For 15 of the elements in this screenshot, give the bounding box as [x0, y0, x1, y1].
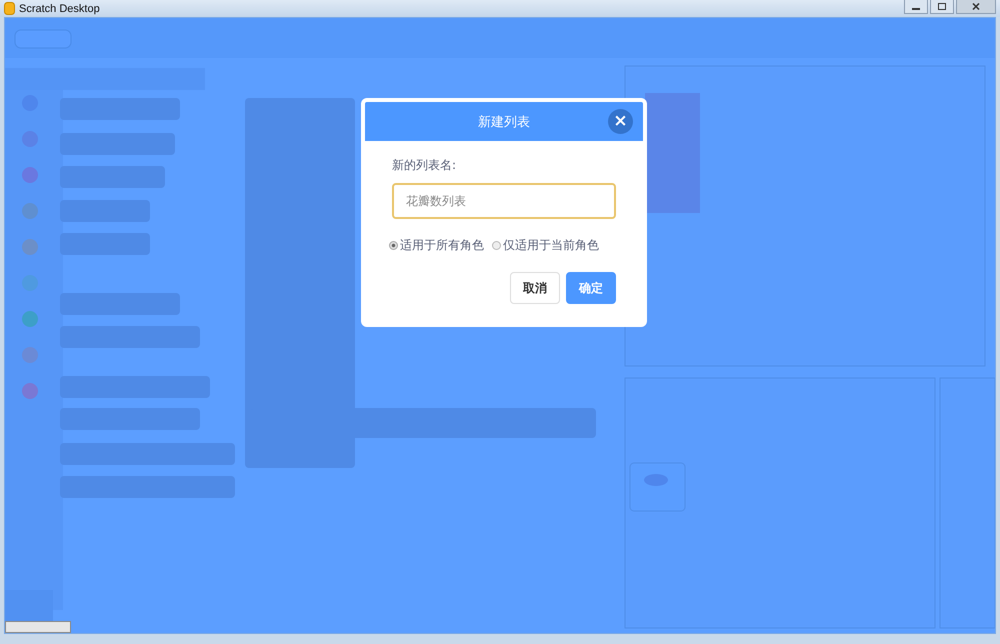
scope-radio[interactable]: 适用于所有角色 — [389, 237, 484, 254]
dialog-title: 新建列表 — [478, 114, 530, 130]
close-icon — [972, 3, 980, 10]
maximize-icon — [938, 3, 946, 10]
list-name-field[interactable]: 花瓣数列表 — [392, 183, 616, 219]
app-icon — [4, 2, 15, 15]
minimize-button[interactable] — [904, 0, 928, 14]
scope-radio[interactable]: 仅适用于当前角色 — [492, 237, 599, 254]
ime-toolbar — [5, 621, 71, 633]
close-button[interactable]: × — [608, 109, 633, 134]
window-title: Scratch Desktop — [19, 2, 101, 14]
close-window-button[interactable] — [956, 0, 996, 14]
list-name-label: 新的列表名: — [392, 157, 458, 174]
maximize-button[interactable] — [930, 0, 954, 14]
cancel-button[interactable]: 取消 — [510, 272, 560, 304]
